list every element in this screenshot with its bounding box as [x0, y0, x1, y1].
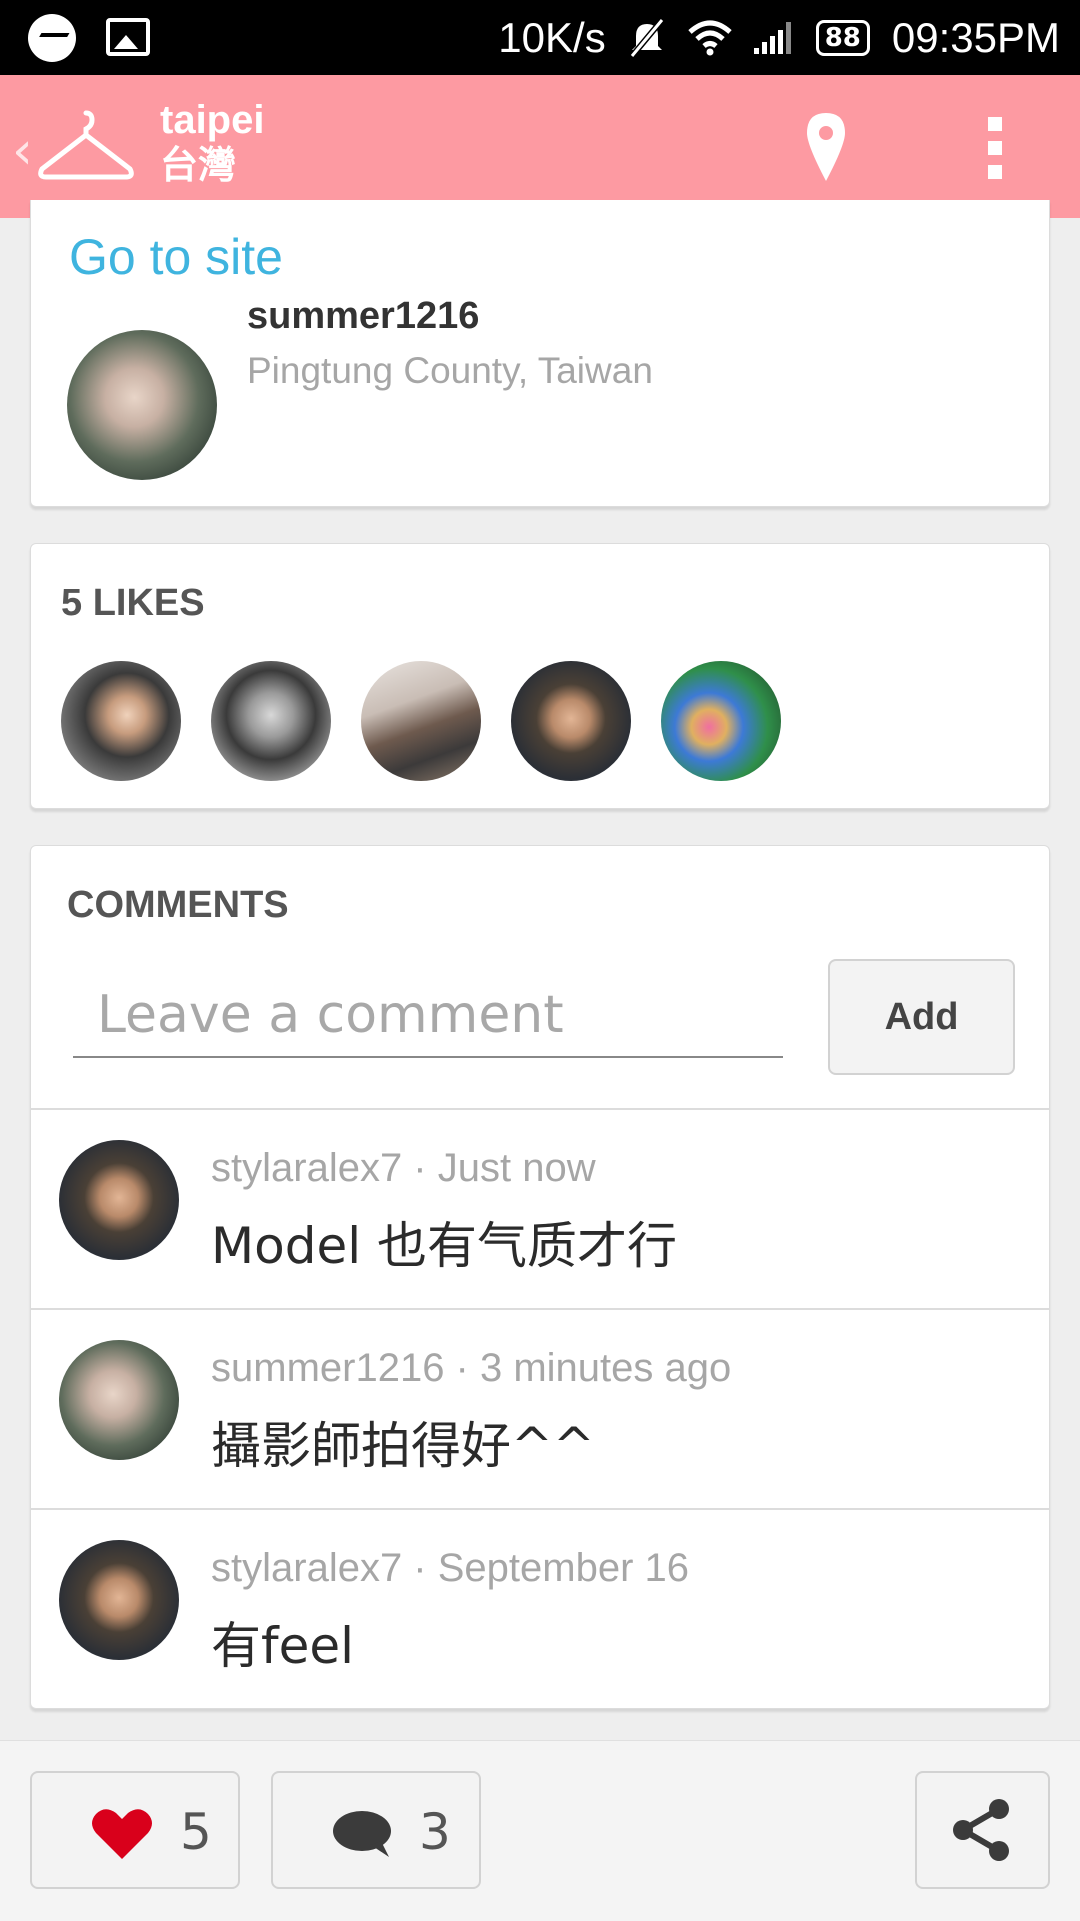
hanger-icon[interactable]: [36, 107, 136, 185]
post-owner-card: Go to site summer1216 Pingtung County, T…: [30, 200, 1050, 507]
owner-location: Pingtung County, Taiwan: [247, 350, 653, 391]
heart-icon: [92, 1809, 152, 1859]
comment-text: 有feel: [211, 1617, 355, 1675]
clock: 09:35PM: [891, 13, 1060, 61]
share-icon: [953, 1799, 1009, 1861]
liker-avatar[interactable]: [661, 661, 781, 781]
net-speed: 10K/s: [498, 13, 606, 61]
comment-meta: stylaralex7 · Just now: [211, 1146, 596, 1190]
share-button[interactable]: [915, 1771, 1050, 1889]
location-pin-icon[interactable]: [805, 111, 847, 183]
image-icon: [106, 18, 150, 56]
app-title[interactable]: taipei 台灣: [160, 97, 264, 189]
comment-text: Model 也有气质才行: [211, 1217, 678, 1275]
title-country: 台灣: [160, 145, 237, 187]
comment-button[interactable]: 3: [271, 1771, 481, 1889]
comment-meta: summer1216 · 3 minutes ago: [211, 1346, 732, 1390]
comments-heading: COMMENTS: [67, 884, 289, 926]
comment-item: summer1216 · 3 minutes ago 攝影師拍得好^^: [31, 1308, 1049, 1508]
signal-icon: [753, 21, 791, 54]
comment-bubble-icon: [333, 1811, 391, 1857]
messenger-icon: [28, 14, 76, 62]
comment-input[interactable]: [73, 974, 783, 1058]
comment-item: stylaralex7 · September 16 有feel: [31, 1508, 1049, 1708]
comment-text: 攝影師拍得好^^: [211, 1417, 595, 1475]
liker-avatar[interactable]: [361, 661, 481, 781]
add-comment-button[interactable]: Add: [828, 959, 1015, 1075]
liker-avatar[interactable]: [511, 661, 631, 781]
mute-icon: [629, 17, 665, 58]
wifi-icon: [688, 20, 732, 55]
commenter-avatar[interactable]: [59, 1540, 179, 1660]
overflow-menu-icon[interactable]: [988, 117, 1004, 189]
bottom-action-bar: 5 3: [0, 1740, 1080, 1921]
likes-card: 5 LIKES: [30, 543, 1050, 809]
like-count: 5: [180, 1803, 212, 1861]
commenter-avatar[interactable]: [59, 1140, 179, 1260]
likes-heading: 5 LIKES: [61, 582, 205, 624]
owner-avatar[interactable]: [67, 330, 217, 480]
comment-item: stylaralex7 · Just now Model 也有气质才行: [31, 1108, 1049, 1308]
likers-row: [61, 661, 781, 781]
owner-name[interactable]: summer1216: [247, 295, 479, 338]
app-bar: ‹ taipei 台灣: [0, 75, 1080, 218]
title-city: taipei: [160, 98, 265, 142]
battery-icon: 88: [815, 19, 870, 56]
comments-card: COMMENTS Add stylaralex7 · Just now Mode…: [30, 845, 1050, 1709]
comment-count: 3: [419, 1803, 451, 1861]
back-chevron-icon[interactable]: ‹: [12, 121, 33, 181]
comment-meta: stylaralex7 · September 16: [211, 1546, 690, 1590]
status-bar: 10K/s 88 09:35PM: [0, 0, 1080, 75]
commenter-avatar[interactable]: [59, 1340, 179, 1460]
like-button[interactable]: 5: [30, 1771, 240, 1889]
go-to-site-link[interactable]: Go to site: [69, 228, 283, 286]
liker-avatar[interactable]: [61, 661, 181, 781]
liker-avatar[interactable]: [211, 661, 331, 781]
